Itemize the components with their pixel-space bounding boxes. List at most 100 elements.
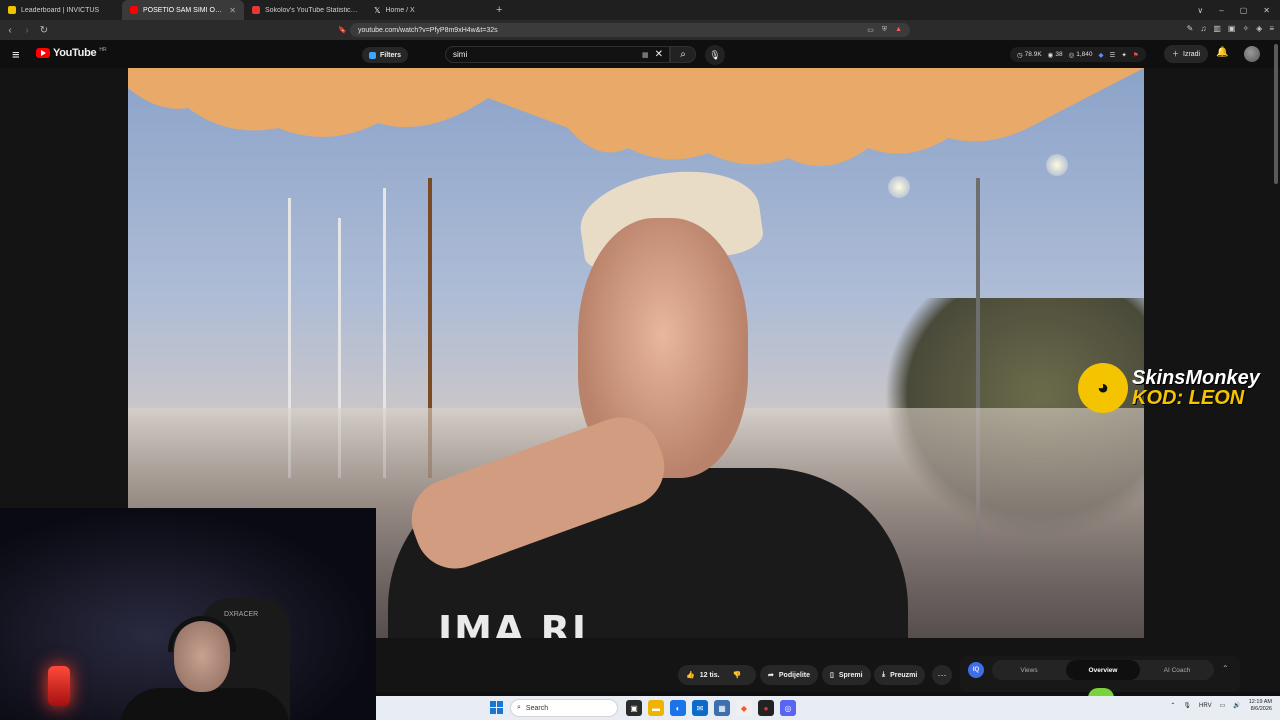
tab-leaderboard[interactable]: Leaderboard | INVICTUS — [0, 0, 122, 20]
voice-search-button[interactable]: 🎙 — [705, 45, 725, 65]
clock-date: 8/6/2026 — [1250, 705, 1272, 712]
region-code: HR — [99, 47, 107, 53]
tab-label: Sokolov's YouTube Statistics - Social — [265, 6, 358, 14]
search-button[interactable]: ⌕ — [670, 46, 696, 63]
new-tab-button[interactable]: + — [488, 4, 510, 16]
video-actions: 👍 12 tis. 👎 ➦ Podijelite ▯ Spremi ⤓ Preu… — [376, 660, 956, 690]
music-icon[interactable]: ♫ — [1200, 24, 1206, 33]
page-scrollbar[interactable] — [1274, 44, 1278, 184]
download-icon: ⤓ — [882, 671, 886, 678]
tab-search-button[interactable]: ∨ — [1197, 6, 1203, 15]
like-icon[interactable]: 👍 — [686, 671, 695, 679]
clock[interactable]: 12:19 AM 8/6/2026 — [1249, 699, 1272, 712]
taskbar-search-placeholder: Search — [525, 704, 549, 712]
analytics-panel: IQ Views Overview AI Coach ⌃ — [960, 656, 1240, 698]
x-logo-icon: 𝕏 — [374, 5, 381, 15]
search-value[interactable]: simi — [453, 50, 642, 59]
back-icon[interactable]: ‹ — [3, 25, 17, 36]
window-controls: ∨ – ▢ ✕ — [1197, 0, 1280, 20]
extension-icon[interactable]: ◆ — [1099, 51, 1104, 59]
tray-chevron-icon[interactable]: ⌃ — [1170, 702, 1175, 709]
create-button[interactable]: ＋ Izradi — [1164, 45, 1209, 63]
sponsor-brand: SkinsMonkey — [1132, 367, 1260, 389]
plus-icon: ＋ — [1172, 51, 1179, 58]
display-icon[interactable]: ▭ — [1220, 702, 1226, 709]
share-button[interactable]: ➦ Podijelite — [760, 665, 818, 685]
viewers-count: 38 — [1055, 51, 1063, 58]
close-tab-icon[interactable]: ✕ — [229, 6, 236, 15]
sponsor-code: KOD: LEON — [1132, 387, 1245, 409]
minimize-button[interactable]: – — [1219, 6, 1223, 15]
discord-icon[interactable]: ◎ — [780, 700, 796, 716]
clear-search-icon[interactable]: ✕ — [655, 49, 663, 60]
microphone-icon: 🎙 — [709, 49, 721, 60]
cast-icon[interactable]: ▭ — [867, 26, 874, 34]
mail-icon[interactable]: ✉ — [692, 700, 708, 716]
url-text[interactable]: youtube.com/watch?v=PfyP8m9xH4w&t=32s — [358, 27, 861, 34]
search-icon: ⌕ — [680, 49, 686, 60]
like-count[interactable]: 12 tis. — [700, 672, 720, 679]
bookmark-save-icon: ▯ — [830, 672, 834, 679]
keyboard-icon[interactable]: ▦ — [642, 51, 649, 59]
task-view-icon[interactable]: ▣ — [626, 700, 642, 716]
bookmark-icon[interactable]: 🔖 — [338, 26, 347, 34]
vpn-icon[interactable]: ◈ — [1256, 24, 1262, 33]
flag-icon[interactable]: ⚑ — [1133, 51, 1139, 59]
maximize-button[interactable]: ▢ — [1240, 6, 1248, 15]
reload-icon[interactable]: ↻ — [37, 25, 51, 36]
sidebar-icon[interactable]: ▥ — [1213, 24, 1221, 33]
browser-menu-icon[interactable]: ≡ — [1269, 24, 1274, 33]
download-button[interactable]: ⤓ Preuzmi — [874, 665, 926, 685]
save-label: Spremi — [838, 671, 863, 679]
file-explorer-icon[interactable]: ▬ — [648, 700, 664, 716]
dislike-icon[interactable]: 👎 — [733, 671, 742, 679]
shield-icon[interactable]: ⛨ — [882, 26, 887, 34]
microphone-tray-icon[interactable]: 🎙 — [1183, 702, 1191, 709]
account-avatar[interactable] — [1244, 46, 1260, 62]
socialblade-favicon-icon — [252, 6, 260, 14]
tab-x-home[interactable]: 𝕏 Home / X — [366, 0, 488, 20]
close-window-button[interactable]: ✕ — [1263, 6, 1270, 15]
brave-icon[interactable]: ◆ — [736, 700, 752, 716]
edge-icon[interactable]: ◐ — [670, 700, 686, 716]
tab-ai-coach[interactable]: AI Coach — [1140, 660, 1214, 680]
wallet-icon[interactable]: ▣ — [1228, 24, 1236, 33]
youtube-wordmark: YouTube — [53, 47, 97, 59]
collapse-icon[interactable]: ⌃ — [1222, 664, 1229, 673]
tab-sokolov-stats[interactable]: Sokolov's YouTube Statistics - Social — [244, 0, 366, 20]
tab-views[interactable]: Views — [992, 660, 1066, 680]
puzzle-icon[interactable]: ✧ — [1242, 24, 1249, 33]
notifications-bell-icon[interactable]: 🔔 — [1216, 47, 1228, 58]
share-icon: ➦ — [768, 672, 774, 679]
chair-brand: DXRACER — [224, 611, 259, 618]
channel-stats-pill[interactable]: ◷ 78.9K ◉ 38 ◎ 1,840 ◆ ☰ ✦ ⚑ — [1010, 47, 1146, 62]
tool-icon[interactable]: ✦ — [1121, 51, 1126, 59]
tab-overview[interactable]: Overview — [1066, 660, 1140, 680]
save-button[interactable]: ▯ Spremi — [822, 665, 871, 685]
store-icon[interactable]: ▦ — [714, 700, 730, 716]
chat-icon[interactable]: ✎ — [1187, 24, 1194, 33]
hamburger-menu-icon[interactable]: ≡ — [12, 47, 20, 62]
lamp-light — [1046, 154, 1068, 176]
youtube-logo[interactable]: YouTube HR — [36, 47, 107, 59]
umbrella-canopy — [128, 68, 1144, 166]
url-field[interactable]: 🔖 youtube.com/watch?v=PfyP8m9xH4w&t=32s … — [338, 23, 910, 37]
taskbar-apps: ▣ ▬ ◐ ✉ ▦ ◆ ● ◎ — [626, 700, 796, 716]
more-icon: ··· — [937, 670, 947, 680]
obs-icon[interactable]: ● — [758, 700, 774, 716]
volume-icon[interactable]: 🔊 — [1233, 702, 1240, 709]
more-actions-button[interactable]: ··· — [932, 665, 952, 685]
invictus-favicon-icon — [8, 6, 16, 14]
eye-icon: ◎ — [1068, 51, 1075, 59]
taskbar-search[interactable]: ⌕ Search — [510, 699, 618, 717]
windows-start-icon[interactable] — [490, 701, 503, 714]
filters-button[interactable]: Filters — [362, 47, 409, 63]
filters-label: Filters — [380, 51, 402, 59]
search-input[interactable]: simi ▦ ✕ — [445, 46, 670, 63]
clock-time: 12:19 AM — [1248, 699, 1272, 705]
language-indicator[interactable]: HRV — [1199, 703, 1212, 709]
tab-youtube-video[interactable]: POSETIO SAM SIMI OSTRVO NA ✕ — [122, 0, 244, 20]
forward-icon[interactable]: › — [20, 25, 34, 36]
list-icon[interactable]: ☰ — [1110, 51, 1116, 59]
alert-icon[interactable]: ▲ — [895, 26, 902, 34]
